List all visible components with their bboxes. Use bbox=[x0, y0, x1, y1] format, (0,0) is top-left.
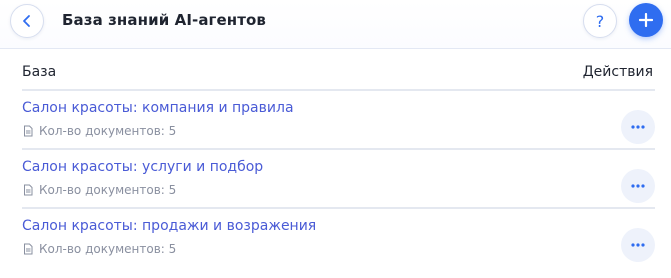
base-title-link[interactable]: Салон красоты: компания и правила bbox=[22, 100, 294, 116]
row-actions-button[interactable] bbox=[621, 110, 655, 144]
help-icon: ? bbox=[595, 11, 605, 31]
row-actions-button[interactable] bbox=[621, 169, 655, 203]
page-title: База знаний AI-агентов bbox=[62, 11, 267, 29]
document-count: Кол-во документов: 5 bbox=[22, 183, 176, 197]
add-base-button[interactable] bbox=[629, 3, 663, 37]
table-header: База Действия bbox=[22, 64, 653, 84]
help-button[interactable]: ? bbox=[583, 4, 617, 38]
row-divider bbox=[22, 148, 655, 150]
document-icon bbox=[24, 184, 33, 196]
more-horizontal-icon bbox=[631, 184, 645, 188]
base-title-link[interactable]: Салон красоты: услуги и подбор bbox=[22, 159, 263, 175]
back-button[interactable] bbox=[10, 4, 44, 38]
document-count-label: Кол-во документов: 5 bbox=[39, 183, 177, 197]
row-actions-button[interactable] bbox=[621, 228, 655, 262]
document-count-label: Кол-во документов: 5 bbox=[39, 242, 177, 256]
document-count: Кол-во документов: 5 bbox=[22, 242, 176, 256]
document-icon bbox=[24, 243, 33, 255]
plus-icon bbox=[639, 13, 653, 27]
document-count-label: Кол-во документов: 5 bbox=[39, 124, 177, 138]
row-divider bbox=[22, 207, 655, 209]
page-header: База знаний AI-агентов ? bbox=[0, 0, 671, 49]
column-header-actions: Действия bbox=[582, 64, 653, 80]
chevron-left-icon bbox=[23, 15, 30, 27]
column-header-base: База bbox=[22, 64, 57, 80]
document-count: Кол-во документов: 5 bbox=[22, 124, 176, 138]
document-icon bbox=[24, 125, 33, 137]
table-row: Салон красоты: продажи и возражения Кол-… bbox=[22, 218, 655, 274]
base-title-link[interactable]: Салон красоты: продажи и возражения bbox=[22, 218, 316, 234]
more-horizontal-icon bbox=[631, 243, 645, 247]
header-divider bbox=[22, 89, 655, 91]
more-horizontal-icon bbox=[631, 125, 645, 129]
